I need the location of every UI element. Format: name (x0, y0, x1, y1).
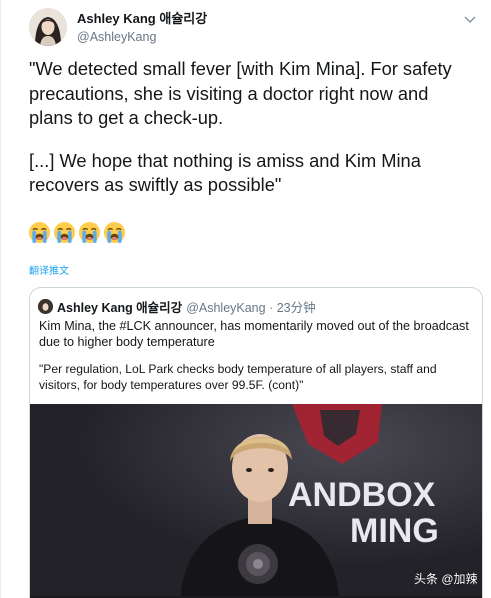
quoted-author-name: Ashley Kang 애슐리강 (57, 301, 183, 315)
tweet-paragraph: [...] We hope that nothing is amiss and … (29, 149, 421, 196)
translate-tweet-link[interactable]: 翻译推文 (29, 262, 69, 277)
tweet-card: Ashley Kang 애슐리강 @AshleyKang "We detecte… (0, 0, 491, 598)
quoted-tweet-text: "Per regulation, LoL Park checks body te… (39, 362, 437, 392)
author-info: Ashley Kang 애슐리강 @AshleyKang (77, 11, 207, 45)
image-overlay-text: MING (350, 512, 439, 550)
quoted-tweet-image[interactable]: ANDBOX MING (30, 404, 482, 598)
quoted-tweet-header: Ashley Kang 애슐리강 @AshleyKang · 23分钟 (38, 297, 316, 316)
tweet-paragraph: "We detected small fever [with Kim Mina]… (29, 58, 452, 128)
quoted-author-avatar (38, 299, 53, 314)
loudly-crying-face-icon (103, 221, 126, 244)
loudly-crying-face-icon (78, 221, 101, 244)
watermark: 头条 @加辣 (414, 572, 478, 586)
loudly-crying-face-icon (53, 221, 76, 244)
tweet-text: "We detected small fever [with Kim Mina]… (29, 57, 474, 216)
author-handle[interactable]: @AshleyKang (77, 29, 207, 45)
quoted-author-meta: @AshleyKang · 23分钟 (186, 301, 316, 315)
quoted-tweet-text: Kim Mina, the #LCK announcer, has moment… (39, 319, 469, 349)
quoted-tweet[interactable]: Ashley Kang 애슐리강 @AshleyKang · 23分钟 Kim … (29, 287, 483, 598)
chevron-down-icon[interactable] (463, 12, 477, 24)
author-display-name[interactable]: Ashley Kang 애슐리강 (77, 11, 207, 27)
emoji-row (28, 221, 126, 245)
image-overlay-text: ANDBOX (288, 476, 436, 514)
author-avatar[interactable] (29, 8, 67, 46)
loudly-crying-face-icon (28, 221, 51, 244)
